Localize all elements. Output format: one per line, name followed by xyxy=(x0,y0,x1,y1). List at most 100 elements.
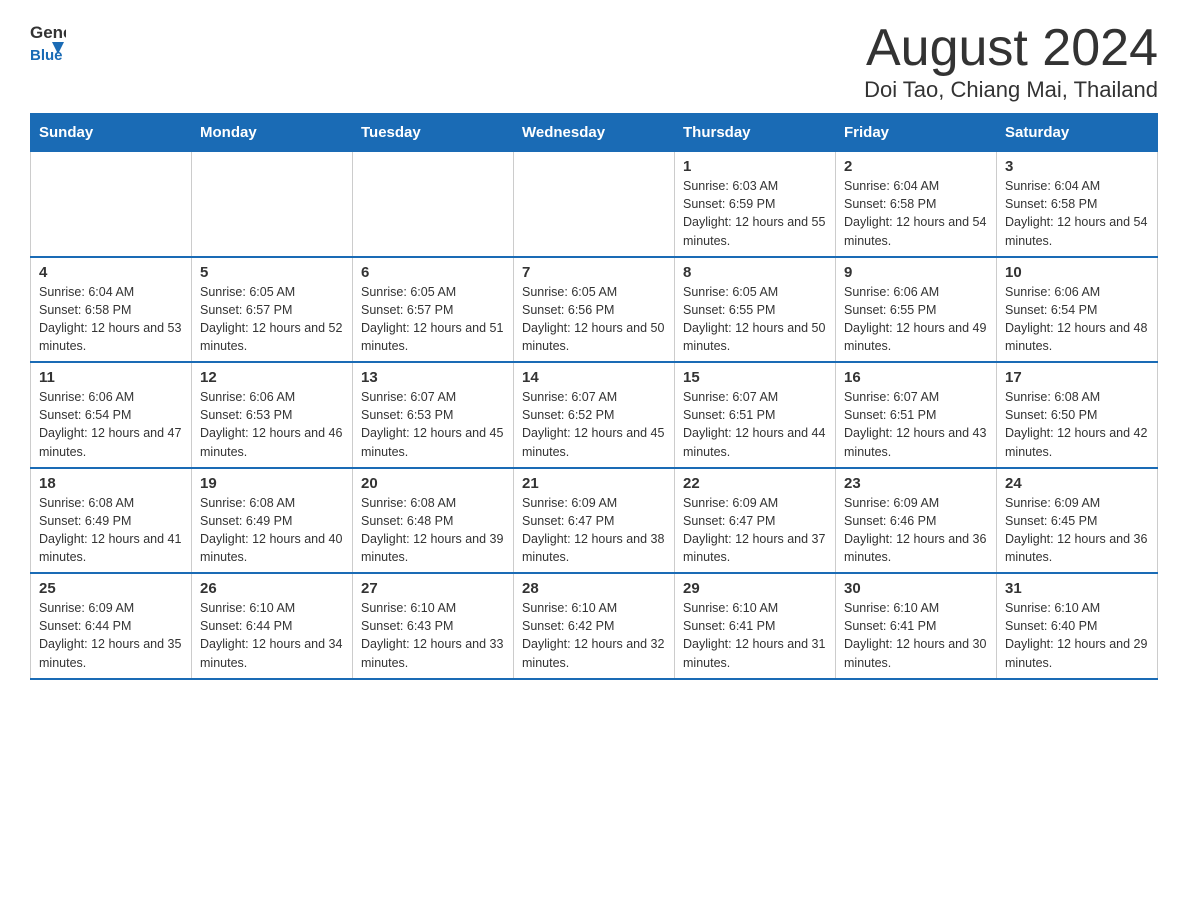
day-info: Sunrise: 6:04 AMSunset: 6:58 PMDaylight:… xyxy=(39,283,183,356)
day-number: 9 xyxy=(844,264,988,281)
title-block: August 2024 Doi Tao, Chiang Mai, Thailan… xyxy=(864,20,1158,103)
day-info: Sunrise: 6:07 AMSunset: 6:51 PMDaylight:… xyxy=(844,388,988,461)
day-number: 7 xyxy=(522,264,666,281)
calendar-cell: 25 Sunrise: 6:09 AMSunset: 6:44 PMDayligh… xyxy=(31,573,192,679)
day-number: 23 xyxy=(844,475,988,492)
day-info: Sunrise: 6:09 AMSunset: 6:47 PMDaylight:… xyxy=(522,494,666,567)
calendar-header-friday: Friday xyxy=(836,114,997,152)
day-info: Sunrise: 6:10 AMSunset: 6:43 PMDaylight:… xyxy=(361,599,505,672)
day-info: Sunrise: 6:06 AMSunset: 6:54 PMDaylight:… xyxy=(39,388,183,461)
calendar-cell: 3 Sunrise: 6:04 AMSunset: 6:58 PMDaylight… xyxy=(997,152,1158,257)
calendar-cell: 23 Sunrise: 6:09 AMSunset: 6:46 PMDayligh… xyxy=(836,468,997,574)
day-info: Sunrise: 6:05 AMSunset: 6:57 PMDaylight:… xyxy=(361,283,505,356)
day-info: Sunrise: 6:08 AMSunset: 6:49 PMDaylight:… xyxy=(39,494,183,567)
calendar-cell: 4 Sunrise: 6:04 AMSunset: 6:58 PMDaylight… xyxy=(31,257,192,363)
day-number: 10 xyxy=(1005,264,1149,281)
day-number: 22 xyxy=(683,475,827,492)
day-info: Sunrise: 6:09 AMSunset: 6:44 PMDaylight:… xyxy=(39,599,183,672)
day-info: Sunrise: 6:08 AMSunset: 6:50 PMDaylight:… xyxy=(1005,388,1149,461)
calendar-week-4: 18 Sunrise: 6:08 AMSunset: 6:49 PMDayligh… xyxy=(31,468,1158,574)
day-info: Sunrise: 6:06 AMSunset: 6:54 PMDaylight:… xyxy=(1005,283,1149,356)
calendar-cell: 5 Sunrise: 6:05 AMSunset: 6:57 PMDaylight… xyxy=(192,257,353,363)
calendar-header-sunday: Sunday xyxy=(31,114,192,152)
day-number: 8 xyxy=(683,264,827,281)
day-info: Sunrise: 6:08 AMSunset: 6:48 PMDaylight:… xyxy=(361,494,505,567)
page-title: August 2024 xyxy=(864,20,1158,77)
calendar-cell: 11 Sunrise: 6:06 AMSunset: 6:54 PMDayligh… xyxy=(31,362,192,468)
calendar-cell xyxy=(192,152,353,257)
calendar-cell: 16 Sunrise: 6:07 AMSunset: 6:51 PMDayligh… xyxy=(836,362,997,468)
day-number: 26 xyxy=(200,580,344,597)
day-number: 2 xyxy=(844,158,988,175)
calendar-cell xyxy=(514,152,675,257)
day-number: 16 xyxy=(844,369,988,386)
day-number: 29 xyxy=(683,580,827,597)
day-info: Sunrise: 6:09 AMSunset: 6:47 PMDaylight:… xyxy=(683,494,827,567)
calendar-cell: 18 Sunrise: 6:08 AMSunset: 6:49 PMDayligh… xyxy=(31,468,192,574)
page-subtitle: Doi Tao, Chiang Mai, Thailand xyxy=(864,77,1158,103)
calendar-cell: 7 Sunrise: 6:05 AMSunset: 6:56 PMDaylight… xyxy=(514,257,675,363)
calendar-header-row: SundayMondayTuesdayWednesdayThursdayFrid… xyxy=(31,114,1158,152)
calendar-cell: 27 Sunrise: 6:10 AMSunset: 6:43 PMDayligh… xyxy=(353,573,514,679)
day-number: 3 xyxy=(1005,158,1149,175)
day-number: 28 xyxy=(522,580,666,597)
calendar-week-5: 25 Sunrise: 6:09 AMSunset: 6:44 PMDayligh… xyxy=(31,573,1158,679)
day-number: 1 xyxy=(683,158,827,175)
day-info: Sunrise: 6:03 AMSunset: 6:59 PMDaylight:… xyxy=(683,177,827,250)
calendar-cell: 2 Sunrise: 6:04 AMSunset: 6:58 PMDaylight… xyxy=(836,152,997,257)
calendar-cell: 8 Sunrise: 6:05 AMSunset: 6:55 PMDaylight… xyxy=(675,257,836,363)
day-info: Sunrise: 6:10 AMSunset: 6:41 PMDaylight:… xyxy=(683,599,827,672)
calendar-header-saturday: Saturday xyxy=(997,114,1158,152)
calendar-cell: 12Sunrise: 6:06 AMSunset: 6:53 PMDayligh… xyxy=(192,362,353,468)
day-number: 21 xyxy=(522,475,666,492)
calendar-header-thursday: Thursday xyxy=(675,114,836,152)
page-header: General Blue August 2024 Doi Tao, Chiang… xyxy=(30,20,1158,103)
calendar-cell: 22 Sunrise: 6:09 AMSunset: 6:47 PMDayligh… xyxy=(675,468,836,574)
day-number: 20 xyxy=(361,475,505,492)
day-number: 13 xyxy=(361,369,505,386)
calendar-cell: 6 Sunrise: 6:05 AMSunset: 6:57 PMDaylight… xyxy=(353,257,514,363)
day-number: 5 xyxy=(200,264,344,281)
calendar-cell: 21 Sunrise: 6:09 AMSunset: 6:47 PMDayligh… xyxy=(514,468,675,574)
day-info: Sunrise: 6:10 AMSunset: 6:42 PMDaylight:… xyxy=(522,599,666,672)
day-number: 4 xyxy=(39,264,183,281)
day-number: 25 xyxy=(39,580,183,597)
day-info: Sunrise: 6:09 AMSunset: 6:46 PMDaylight:… xyxy=(844,494,988,567)
calendar-cell: 17Sunrise: 6:08 AMSunset: 6:50 PMDayligh… xyxy=(997,362,1158,468)
day-info: Sunrise: 6:04 AMSunset: 6:58 PMDaylight:… xyxy=(844,177,988,250)
day-info: Sunrise: 6:09 AMSunset: 6:45 PMDaylight:… xyxy=(1005,494,1149,567)
day-info: Sunrise: 6:05 AMSunset: 6:57 PMDaylight:… xyxy=(200,283,344,356)
day-number: 24 xyxy=(1005,475,1149,492)
day-number: 11 xyxy=(39,369,183,386)
day-info: Sunrise: 6:08 AMSunset: 6:49 PMDaylight:… xyxy=(200,494,344,567)
day-info: Sunrise: 6:10 AMSunset: 6:41 PMDaylight:… xyxy=(844,599,988,672)
calendar-cell: 24 Sunrise: 6:09 AMSunset: 6:45 PMDayligh… xyxy=(997,468,1158,574)
day-info: Sunrise: 6:04 AMSunset: 6:58 PMDaylight:… xyxy=(1005,177,1149,250)
day-info: Sunrise: 6:05 AMSunset: 6:55 PMDaylight:… xyxy=(683,283,827,356)
day-number: 27 xyxy=(361,580,505,597)
calendar-header-tuesday: Tuesday xyxy=(353,114,514,152)
calendar-cell: 15Sunrise: 6:07 AMSunset: 6:51 PMDayligh… xyxy=(675,362,836,468)
calendar-cell: 31 Sunrise: 6:10 AMSunset: 6:40 PMDayligh… xyxy=(997,573,1158,679)
calendar-header-wednesday: Wednesday xyxy=(514,114,675,152)
day-info: Sunrise: 6:07 AMSunset: 6:51 PMDaylight:… xyxy=(683,388,827,461)
day-number: 18 xyxy=(39,475,183,492)
day-info: Sunrise: 6:05 AMSunset: 6:56 PMDaylight:… xyxy=(522,283,666,356)
day-info: Sunrise: 6:06 AMSunset: 6:55 PMDaylight:… xyxy=(844,283,988,356)
logo-svg: General Blue xyxy=(30,20,66,62)
svg-text:Blue: Blue xyxy=(30,47,63,62)
day-number: 30 xyxy=(844,580,988,597)
calendar-week-2: 4 Sunrise: 6:04 AMSunset: 6:58 PMDaylight… xyxy=(31,257,1158,363)
calendar-cell: 1 Sunrise: 6:03 AMSunset: 6:59 PMDaylight… xyxy=(675,152,836,257)
day-info: Sunrise: 6:07 AMSunset: 6:52 PMDaylight:… xyxy=(522,388,666,461)
calendar-week-1: 1 Sunrise: 6:03 AMSunset: 6:59 PMDaylight… xyxy=(31,152,1158,257)
calendar-cell: 9 Sunrise: 6:06 AMSunset: 6:55 PMDaylight… xyxy=(836,257,997,363)
logo: General Blue xyxy=(30,20,66,62)
day-info: Sunrise: 6:10 AMSunset: 6:40 PMDaylight:… xyxy=(1005,599,1149,672)
day-number: 12 xyxy=(200,369,344,386)
svg-text:General: General xyxy=(30,23,66,42)
day-number: 6 xyxy=(361,264,505,281)
calendar-cell: 26Sunrise: 6:10 AMSunset: 6:44 PMDayligh… xyxy=(192,573,353,679)
day-number: 31 xyxy=(1005,580,1149,597)
calendar-cell: 14Sunrise: 6:07 AMSunset: 6:52 PMDayligh… xyxy=(514,362,675,468)
